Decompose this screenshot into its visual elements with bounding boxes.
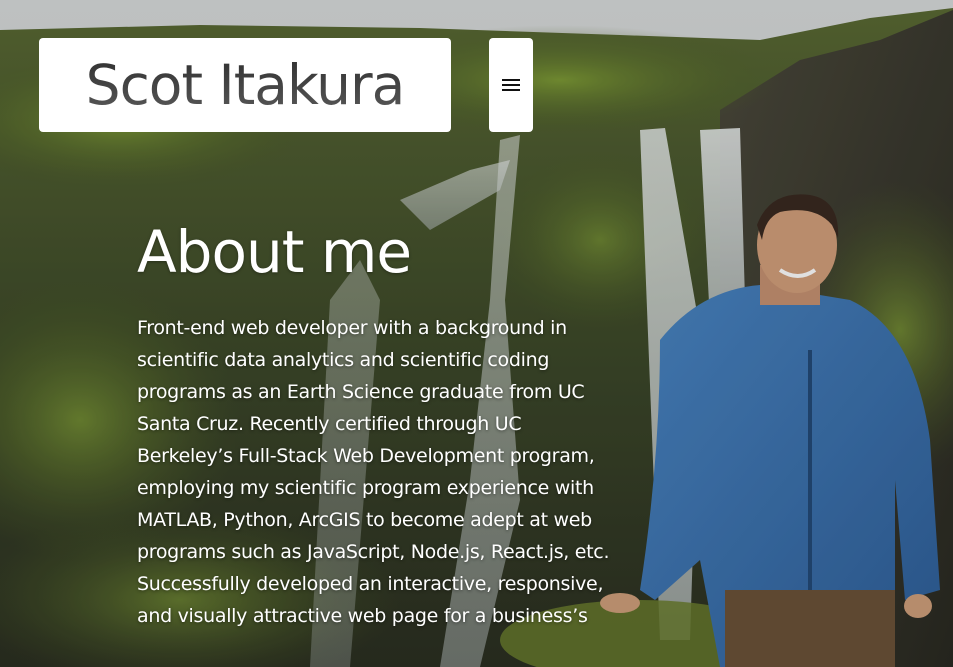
hamburger-menu-icon [502,79,520,91]
brand-name[interactable]: Scot Itakura [86,53,406,117]
about-description: Front-end web developer with a backgroun… [137,317,610,627]
about-heading: About me [137,218,412,286]
brand-logo-box[interactable]: Scot Itakura [39,38,451,132]
menu-toggle-button[interactable] [489,38,533,132]
